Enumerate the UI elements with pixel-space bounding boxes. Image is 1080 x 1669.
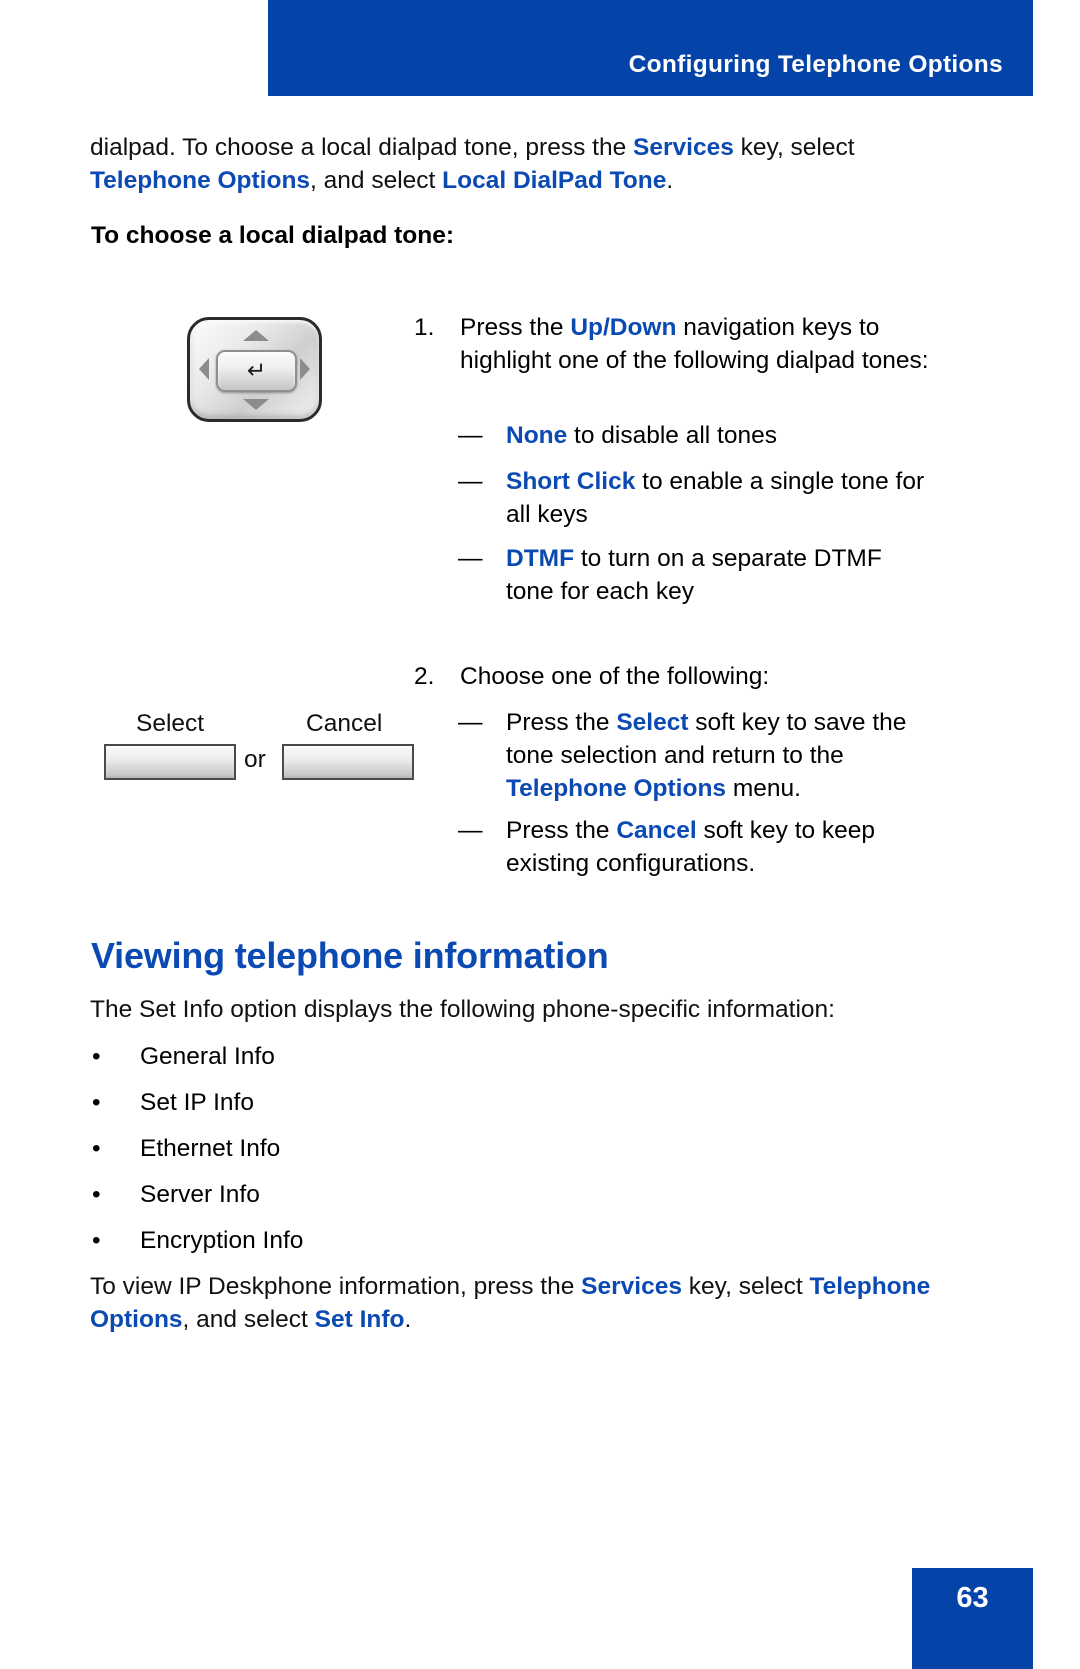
list-item-label: General Info xyxy=(140,1043,275,1070)
section-heading-viewing-telephone-information: Viewing telephone information xyxy=(91,935,609,976)
choice-cancel-part1: Press the xyxy=(506,817,617,844)
enter-glyph: ↵ xyxy=(246,357,267,384)
softkey-separator-or: or xyxy=(244,746,266,773)
step1-text-part1: Press the xyxy=(460,314,571,341)
step1-link-up-down: Up/Down xyxy=(570,314,677,341)
closing-paragraph: To view IP Deskphone information, press … xyxy=(90,1270,980,1336)
choice-cancel-link-cancel: Cancel xyxy=(616,817,697,844)
closing-link-services: Services xyxy=(581,1273,682,1300)
bullet-icon: • xyxy=(92,1227,101,1254)
list-item-set-ip-info: • Set IP Info xyxy=(90,1086,590,1119)
enter-key-icon: ↵ xyxy=(216,350,297,392)
em-dash-icon: — xyxy=(458,468,483,495)
softkey-button-cancel[interactable] xyxy=(282,744,414,780)
tone-option-none-label: None xyxy=(506,422,568,449)
step-body-1: Press the Up/Down navigation keys to hig… xyxy=(460,311,934,377)
softkey-label-select: Select xyxy=(136,710,205,737)
closing-text-part3: , and select xyxy=(182,1306,315,1333)
step-number-1: 1. xyxy=(414,314,435,341)
intro-text-part3: , and select xyxy=(310,167,443,194)
choice-option-cancel: — Press the Cancel soft key to keep exis… xyxy=(458,814,928,880)
page-header-title: Configuring Telephone Options xyxy=(628,51,1003,78)
em-dash-icon: — xyxy=(458,422,483,449)
bullet-icon: • xyxy=(92,1089,101,1116)
choice-select-part3: menu. xyxy=(726,775,801,802)
subheading-choose-local-dialpad-tone: To choose a local dialpad tone: xyxy=(91,222,455,249)
tone-option-dtmf: — DTMF to turn on a separate DTMF tone f… xyxy=(458,542,928,608)
list-item-label: Encryption Info xyxy=(140,1227,304,1254)
tone-option-dtmf-label: DTMF xyxy=(506,545,575,572)
intro-link-services: Services xyxy=(633,134,734,161)
bullet-icon: • xyxy=(92,1135,101,1162)
choice-select-link-telephone-options: Telephone Options xyxy=(506,775,727,802)
closing-text-part1: To view IP Deskphone information, press … xyxy=(90,1273,582,1300)
tone-option-none-body: None to disable all tones xyxy=(506,419,928,452)
list-item-server-info: • Server Info xyxy=(90,1178,590,1211)
list-item-encryption-info: • Encryption Info xyxy=(90,1224,590,1257)
footer-page-number-box: 63 xyxy=(912,1568,1033,1669)
choice-option-cancel-body: Press the Cancel soft key to keep existi… xyxy=(506,814,928,880)
set-info-paragraph: The Set Info option displays the followi… xyxy=(90,996,835,1023)
arrow-right-icon xyxy=(300,358,310,380)
list-item-label: Server Info xyxy=(140,1181,260,1208)
intro-link-telephone-options: Telephone Options xyxy=(90,167,311,194)
intro-text-part4: . xyxy=(666,167,674,194)
tone-option-short-click-label: Short Click xyxy=(506,468,636,495)
intro-paragraph: dialpad. To choose a local dialpad tone,… xyxy=(90,131,970,197)
list-item-label: Ethernet Info xyxy=(140,1135,281,1162)
arrow-down-icon xyxy=(243,399,269,410)
tone-option-dtmf-body: DTMF to turn on a separate DTMF tone for… xyxy=(506,542,928,608)
page-header-banner: Configuring Telephone Options xyxy=(268,0,1033,96)
list-item-label: Set IP Info xyxy=(140,1089,254,1116)
closing-link-set-info: Set Info xyxy=(314,1306,405,1333)
list-item-general-info: • General Info xyxy=(90,1040,590,1073)
page-number: 63 xyxy=(956,1582,989,1614)
intro-text-part2: key, select xyxy=(733,134,855,161)
intro-link-local-dialpad-tone: Local DialPad Tone xyxy=(442,167,667,194)
navigation-key-illustration: ↵ xyxy=(187,317,322,422)
step-item-2: 2. Choose one of the following: xyxy=(414,660,934,693)
em-dash-icon: — xyxy=(458,817,483,844)
choice-select-part1: Press the xyxy=(506,709,617,736)
step-number-2: 2. xyxy=(414,663,435,690)
closing-text-part2: key, select xyxy=(681,1273,810,1300)
em-dash-icon: — xyxy=(458,709,483,736)
step-item-1: 1. Press the Up/Down navigation keys to … xyxy=(414,311,934,377)
softkey-illustration-group: Select Cancel or xyxy=(104,706,414,796)
softkey-label-cancel: Cancel xyxy=(306,710,383,737)
step-body-2: Choose one of the following: xyxy=(460,663,770,690)
closing-text-part4: . xyxy=(404,1306,412,1333)
tone-option-short-click-body: Short Click to enable a single tone for … xyxy=(506,465,938,531)
softkey-button-select[interactable] xyxy=(104,744,236,780)
choice-option-select-body: Press the Select soft key to save the to… xyxy=(506,706,948,805)
tone-option-none-text: to disable all tones xyxy=(567,422,777,449)
arrow-up-icon xyxy=(243,330,269,341)
em-dash-icon: — xyxy=(458,545,483,572)
intro-text-part1: dialpad. To choose a local dialpad tone,… xyxy=(90,134,634,161)
choice-option-select: — Press the Select soft key to save the … xyxy=(458,706,948,805)
bullet-icon: • xyxy=(92,1181,101,1208)
tone-option-short-click: — Short Click to enable a single tone fo… xyxy=(458,465,938,531)
bullet-icon: • xyxy=(92,1043,101,1070)
tone-option-none: — None to disable all tones xyxy=(458,419,928,452)
list-item-ethernet-info: • Ethernet Info xyxy=(90,1132,590,1165)
choice-select-link-select: Select xyxy=(616,709,689,736)
arrow-left-icon xyxy=(199,358,209,380)
